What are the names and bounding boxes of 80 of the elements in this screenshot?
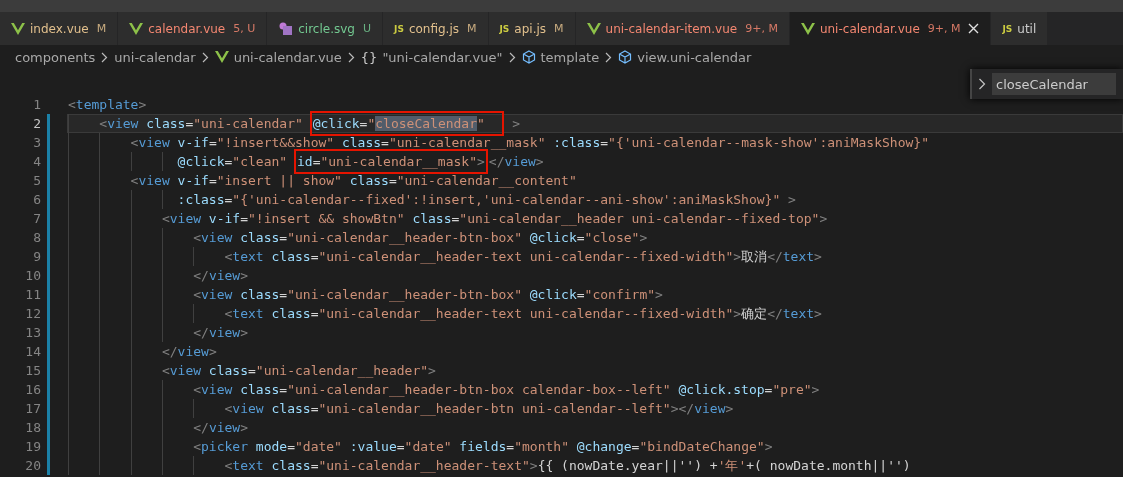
- find-input-field[interactable]: closeCalendar: [992, 73, 1116, 95]
- line-number: 3: [32, 134, 41, 152]
- vue-logo-icon: [214, 51, 229, 63]
- line-number: 10: [24, 267, 41, 285]
- code-line: <view class="uni-calendar__header-btn-box" @click="confirm">: [67, 285, 1123, 304]
- breadcrumb-item[interactable]: template: [540, 49, 600, 65]
- image-file-icon: [278, 21, 294, 36]
- editor-tab[interactable]: JS config.js M: [383, 12, 489, 45]
- cube-icon: [521, 50, 536, 64]
- editor-tab[interactable]: JS api.js M: [488, 12, 576, 45]
- code-line: <text class="uni-calendar__header-text">{{ (nowDate.year||'') +'年'+( nowDate.month||''): [67, 456, 1123, 475]
- code-line: @click="clean" id="uni-calendar__mask"> </view>: [67, 152, 1123, 171]
- code-line: </view>: [67, 323, 1123, 342]
- editor-tab[interactable]: circle.svg U: [267, 12, 384, 45]
- breadcrumb-item[interactable]: "uni-calendar.vue": [382, 49, 503, 65]
- line-number: 5: [32, 172, 41, 190]
- chevron-right-icon: [201, 51, 209, 63]
- line-number: 15: [24, 362, 41, 380]
- code-line: <picker mode="date" :value="date" fields="month" @change="bindDateChange">: [67, 437, 1123, 456]
- editor-tab[interactable]: JS util: [991, 12, 1049, 45]
- line-number: 7: [32, 210, 41, 228]
- status-label: 5, U: [233, 22, 256, 35]
- vue-logo-icon: [800, 22, 815, 35]
- close-icon[interactable]: [968, 23, 980, 34]
- status-label: 9+, M: [927, 22, 961, 35]
- line-number: 13: [24, 324, 41, 342]
- code-line: <text class="uni-calendar__header-text uni-calendar--fixed-width">取消</text>: [67, 247, 1123, 266]
- breadcrumb-item[interactable]: uni-calendar: [114, 49, 196, 65]
- code-line: <view v-if="!insert && showBtn" class="uni-calendar__header uni-calendar--fixed-top">: [67, 209, 1123, 228]
- chevron-right-icon: [508, 51, 516, 63]
- code-line: </view>: [67, 342, 1123, 361]
- line-number: 4: [32, 153, 41, 171]
- line-number: 9: [32, 248, 41, 266]
- code-line: <view v-if="insert || show" class="uni-calendar__content": [67, 171, 1123, 190]
- breadcrumb-item[interactable]: components: [15, 49, 96, 65]
- js-file-icon: JS: [499, 23, 510, 34]
- line-number: 8: [32, 229, 41, 247]
- vue-logo-icon: [586, 22, 601, 35]
- code-line: </view>: [67, 418, 1123, 437]
- breadcrumb-item[interactable]: view.uni-calendar: [637, 49, 752, 65]
- code-line: <template>: [67, 95, 148, 114]
- code-line: <view class="uni-calendar__header">: [67, 361, 1123, 380]
- line-number: 2: [32, 115, 41, 133]
- js-file-icon: JS: [1002, 23, 1013, 34]
- vue-logo-icon: [129, 22, 144, 35]
- code-line: <view class="uni-calendar__header-btn uni-calendar--left"></view>: [67, 399, 1123, 418]
- line-number: 1: [32, 96, 41, 114]
- line-number: 18: [24, 419, 41, 437]
- code-line: :class="{'uni-calendar--fixed':!insert,'uni-calendar--ani-show':aniMaskShow}" >: [67, 190, 1123, 209]
- status-label: U: [362, 22, 372, 35]
- chevron-right-icon[interactable]: [978, 78, 986, 90]
- braces-icon: {}: [360, 49, 378, 65]
- cube-icon: [618, 50, 633, 64]
- line-number: 12: [24, 305, 41, 323]
- status-label: M: [467, 22, 477, 35]
- code-line: </view>: [67, 266, 1123, 285]
- vue-logo-icon: [11, 22, 25, 35]
- code-line: <view class="uni-calendar__header-btn-box" @click="close">: [67, 228, 1123, 247]
- status-label: M: [96, 22, 107, 35]
- code-line: <view class="uni-calendar__header-btn-box calendar-box--left" @click.stop="pre">: [67, 380, 1123, 399]
- chevron-right-icon: [101, 51, 109, 63]
- editor-tab[interactable]: index.vue M: [0, 12, 119, 45]
- editor-tab[interactable]: uni-calendar-item.vue 9+, M: [575, 12, 790, 45]
- line-number: 14: [24, 343, 41, 361]
- line-number: 6: [32, 191, 41, 209]
- chevron-right-icon: [605, 51, 613, 63]
- status-label: 9+, M: [745, 22, 778, 35]
- code-line: <view v-if="!insert&&show" class="uni-calendar__mask" :class="{'uni-calendar--mask-show':aniMaskShow}": [67, 133, 1123, 152]
- line-number: 17: [24, 400, 41, 418]
- editor-tab[interactable]: uni-calendar.vue 9+, M: [789, 12, 992, 45]
- js-file-icon: JS: [394, 23, 404, 34]
- code-line: <text class="uni-calendar__header-text uni-calendar--fixed-width">确定</text>: [67, 304, 1123, 323]
- line-number: 11: [24, 286, 41, 304]
- status-label: M: [554, 22, 564, 35]
- line-number: 19: [24, 438, 41, 456]
- chevron-right-icon: [347, 51, 355, 63]
- line-number: 16: [24, 381, 41, 399]
- line-number: 20: [24, 457, 41, 475]
- editor-tab[interactable]: calendar.vue 5, U: [118, 12, 268, 45]
- breadcrumb-item[interactable]: uni-calendar.vue: [233, 49, 342, 65]
